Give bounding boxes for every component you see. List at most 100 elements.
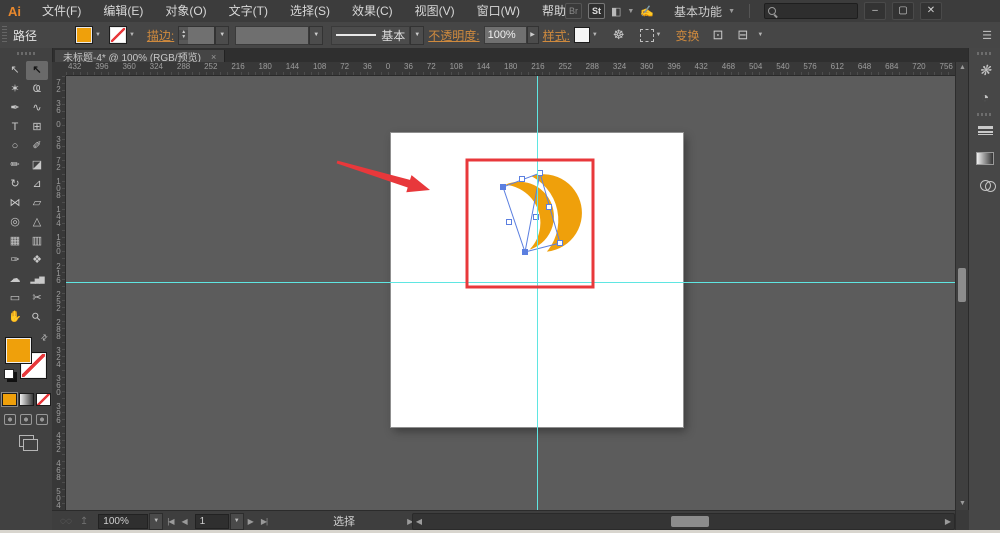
stroke-weight-stepper[interactable]: ▲▼ <box>178 26 215 45</box>
align-icon[interactable]: ⊟ <box>737 27 748 43</box>
draw-normal-button[interactable] <box>4 414 16 425</box>
fill-color-swatch[interactable] <box>75 26 93 44</box>
first-artboard-button[interactable]: |◀ <box>167 517 173 526</box>
selection-tool[interactable]: ↖ <box>4 61 26 80</box>
workspace-switcher[interactable]: 基本功能 <box>674 3 722 20</box>
next-artboard-button[interactable]: ▶ <box>248 517 253 526</box>
menu-item-7[interactable]: 窗口(W) <box>466 0 531 22</box>
slice-tool[interactable]: ✂ <box>26 289 48 308</box>
previous-artboard-button[interactable]: ◀ <box>182 517 187 526</box>
gpu-status-icon[interactable]: ◌◌ <box>60 516 72 527</box>
profile-dropdown[interactable]: ▼ <box>410 26 424 45</box>
stroke-panel-link[interactable]: 描边: <box>147 27 174 44</box>
symbol-sprayer-tool[interactable]: ☁ <box>4 270 26 289</box>
recolor-artwork-icon[interactable]: ☸ <box>613 27 625 43</box>
restore-button[interactable]: ▢ <box>892 2 914 20</box>
width-tool[interactable]: ⋈ <box>4 194 26 213</box>
opacity-dropdown[interactable]: ▶ <box>527 26 539 44</box>
fill-well[interactable] <box>5 337 32 364</box>
magic-wand-tool[interactable]: ✶ <box>4 80 26 99</box>
swap-fill-stroke-icon[interactable]: ⇄ <box>39 332 50 343</box>
canvas-viewport[interactable] <box>66 76 955 510</box>
minimize-button[interactable]: – <box>864 2 886 20</box>
stepper-arrows-icon[interactable]: ▲▼ <box>179 30 188 40</box>
style-panel-link[interactable]: 样式: <box>543 27 570 44</box>
artboard-dropdown-icon[interactable]: ▼ <box>230 513 244 530</box>
color-guide-panel-icon[interactable]: ◔ <box>972 85 998 109</box>
column-graph-tool[interactable]: ▂▅▇ <box>26 270 48 289</box>
touch-type-tool[interactable]: ⊞ <box>26 118 48 137</box>
artboard-tool[interactable]: ▭ <box>4 289 26 308</box>
transparency-panel-icon[interactable] <box>972 173 998 197</box>
paint-none-button[interactable] <box>36 393 51 406</box>
blend-tool[interactable]: ❖ <box>26 251 48 270</box>
scroll-right-icon[interactable]: ▶ <box>942 517 954 526</box>
menu-item-6[interactable]: 视图(V) <box>404 0 466 22</box>
dock-grip[interactable] <box>977 113 993 116</box>
direct-selection-tool[interactable]: ↖ <box>26 61 48 80</box>
control-panel-menu-icon[interactable]: ☰ <box>982 29 992 42</box>
menu-item-1[interactable]: 编辑(E) <box>92 0 154 22</box>
draw-inside-button[interactable] <box>36 414 48 425</box>
share-gesture-icon[interactable]: ✍ <box>640 5 654 18</box>
close-tab-icon[interactable]: × <box>211 52 216 62</box>
eraser-tool[interactable]: ◪ <box>26 156 48 175</box>
chevron-down-icon[interactable]: ▼ <box>95 32 101 38</box>
gradient-panel-icon[interactable] <box>972 146 998 170</box>
pencil-tool[interactable]: ✏ <box>4 156 26 175</box>
stroke-weight-dropdown[interactable]: ▼ <box>215 26 229 45</box>
artboard-number-field[interactable]: 1 <box>195 514 229 529</box>
toolbox-grip[interactable] <box>17 52 35 55</box>
chevron-down-icon[interactable]: ▼ <box>129 32 135 38</box>
chevron-down-icon[interactable]: ▼ <box>656 32 662 38</box>
free-transform-tool[interactable]: ▱ <box>26 194 48 213</box>
screen-mode-button[interactable] <box>19 435 34 447</box>
chevron-down-icon[interactable]: ▼ <box>757 32 763 38</box>
stroke-color-swatch[interactable] <box>109 26 127 44</box>
scroll-left-icon[interactable]: ◀ <box>413 517 425 526</box>
isolate-object-icon[interactable]: ⊡ <box>713 27 724 43</box>
horizontal-scrollbar[interactable]: ◀ ▶ <box>412 513 955 530</box>
select-similar-icon[interactable] <box>640 29 654 42</box>
draw-behind-button[interactable] <box>20 414 32 425</box>
menu-item-2[interactable]: 对象(O) <box>154 0 217 22</box>
paint-color-button[interactable] <box>2 393 17 406</box>
scale-tool[interactable]: ⊿ <box>26 175 48 194</box>
arrange-documents-icon[interactable]: ◧ <box>611 5 621 18</box>
default-fill-stroke-icon[interactable] <box>4 369 14 379</box>
stock-button[interactable]: St <box>588 3 605 19</box>
mesh-tool[interactable]: ▦ <box>4 232 26 251</box>
menu-item-4[interactable]: 选择(S) <box>279 0 341 22</box>
zoom-dropdown-icon[interactable]: ▼ <box>149 513 163 530</box>
horizontal-scroll-thumb[interactable] <box>671 516 709 527</box>
opacity-panel-link[interactable]: 不透明度: <box>428 27 479 44</box>
chevron-down-icon[interactable]: ▼ <box>592 32 598 38</box>
dock-grip[interactable] <box>977 52 993 55</box>
ruler-corner[interactable] <box>52 62 67 77</box>
shape-builder-tool[interactable]: ◎ <box>4 213 26 232</box>
zoom-tool[interactable]: ⚲ <box>26 308 48 327</box>
color-panel-icon[interactable]: ❋ <box>972 58 998 82</box>
opacity-value[interactable]: 100% <box>484 26 527 44</box>
menu-item-0[interactable]: 文件(F) <box>31 0 92 22</box>
vertical-scrollbar[interactable]: ▲ ▼ <box>955 62 969 510</box>
paintbrush-tool[interactable]: ✐ <box>26 137 48 156</box>
lasso-tool[interactable]: Ҩ <box>26 80 48 99</box>
menu-item-3[interactable]: 文字(T) <box>218 0 279 22</box>
paint-gradient-button[interactable] <box>19 393 34 406</box>
transform-panel-link[interactable]: 变换 <box>675 27 699 44</box>
variable-width-profile[interactable]: 基本 <box>331 26 410 45</box>
perspective-grid-tool[interactable]: △ <box>26 213 48 232</box>
stroke-weight-value[interactable] <box>188 27 214 44</box>
hand-tool[interactable]: ✋ <box>4 308 26 327</box>
panel-grip[interactable] <box>2 26 7 44</box>
eyedropper-tool[interactable]: ✑ <box>4 251 26 270</box>
ellipse-tool[interactable]: ○ <box>4 137 26 156</box>
pen-tool[interactable]: ✒ <box>4 99 26 118</box>
stroke-panel-icon[interactable] <box>972 119 998 143</box>
vertical-ruler[interactable]: 7236036721081441802162522883243603964324… <box>52 76 66 510</box>
graphic-style-swatch[interactable] <box>574 27 590 43</box>
gradient-tool[interactable]: ▥ <box>26 232 48 251</box>
brush-dropdown[interactable]: ▼ <box>309 26 323 45</box>
search-input[interactable] <box>764 3 858 19</box>
